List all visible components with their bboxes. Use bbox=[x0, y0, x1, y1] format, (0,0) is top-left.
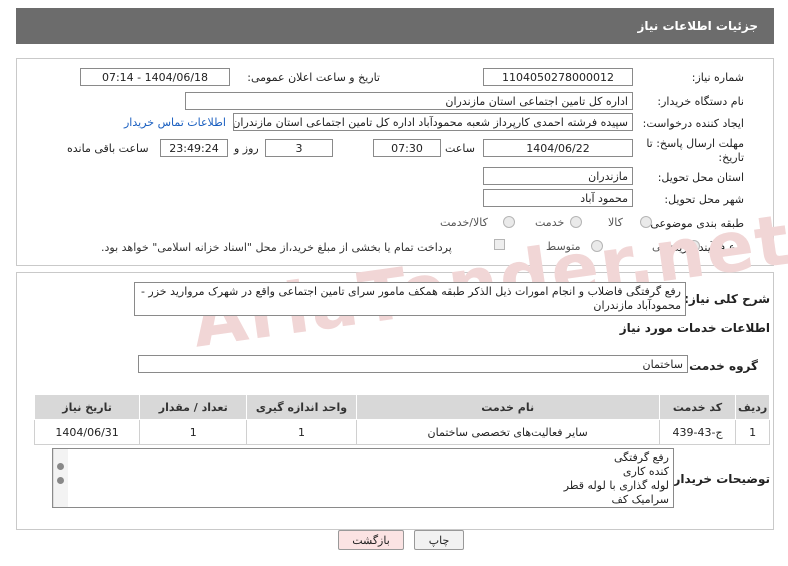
requester-field: سپیده فرشته احمدی کارپرداز شعبه محمودآبا… bbox=[233, 113, 633, 131]
page-title: جزئیات اطلاعات نیاز bbox=[637, 19, 758, 33]
announce-label: تاریخ و ساعت اعلان عمومی: bbox=[247, 71, 380, 84]
category-service-label: خدمت bbox=[535, 216, 565, 229]
deadline-date-field: 1404/06/22 bbox=[483, 139, 633, 157]
need-number-label: شماره نیاز: bbox=[691, 71, 744, 84]
deadline-label-1: مهلت ارسال پاسخ: تا bbox=[646, 137, 744, 150]
col-service-code: کد خدمت bbox=[658, 394, 737, 420]
announce-field: 1404/06/18 - 07:14 bbox=[80, 68, 230, 86]
cell-unit: 1 bbox=[246, 419, 357, 445]
scroll-up-dot[interactable] bbox=[57, 463, 64, 470]
province-label: استان محل تحویل: bbox=[657, 171, 744, 184]
buyer-notes-scrollbar[interactable] bbox=[53, 449, 68, 507]
city-field: محمود آباد bbox=[483, 189, 633, 207]
col-need-date: تاریخ نیاز bbox=[33, 394, 141, 420]
contact-buyer-link[interactable]: اطلاعات تماس خریدار bbox=[124, 116, 226, 129]
cell-row-number: 1 bbox=[735, 419, 770, 445]
service-group-field: ساختمان bbox=[138, 355, 688, 373]
services-table: ردیف کد خدمت نام خدمت واحد اندازه گیری ت… bbox=[33, 394, 770, 445]
buyer-notes-line: لوله گذاری با لوله قطر bbox=[563, 479, 669, 492]
summary-label: شرح کلی نیاز: bbox=[684, 292, 770, 306]
table-row: 1 ج-43-439 سایر فعالیت‌های تخصصی ساختمان… bbox=[33, 419, 770, 445]
page-header: جزئیات اطلاعات نیاز bbox=[16, 8, 774, 44]
buyer-notes-textarea: رفع گرفتگی کنده کاری لوله گذاری با لوله … bbox=[52, 448, 674, 508]
summary-textarea: رفع گرفتگی فاضلاب و انجام امورات ذیل الذ… bbox=[134, 282, 686, 316]
back-button[interactable]: بازگشت bbox=[338, 530, 404, 550]
days-field: 3 bbox=[265, 139, 333, 157]
remaining-time-field: 23:49:24 bbox=[160, 139, 228, 157]
table-header-row: ردیف کد خدمت نام خدمت واحد اندازه گیری ت… bbox=[33, 394, 770, 420]
buyer-notes-label: توضیحات خریدار: bbox=[668, 472, 770, 486]
print-button[interactable]: چاپ bbox=[414, 530, 464, 550]
days-label: روز و bbox=[234, 142, 259, 155]
remaining-label: ساعت باقی مانده bbox=[67, 142, 149, 155]
buyer-notes-line: رفع گرفتگی bbox=[613, 451, 669, 464]
col-service-name: نام خدمت bbox=[355, 394, 660, 420]
cell-need-date: 1404/06/31 bbox=[33, 419, 141, 445]
category-goods-service-label: کالا/خدمت bbox=[440, 216, 488, 229]
col-row-number: ردیف bbox=[735, 394, 770, 420]
deadline-label-2: تاریخ: bbox=[718, 151, 744, 164]
need-number-field: 1104050278000012 bbox=[483, 68, 633, 86]
scroll-down-dot[interactable] bbox=[57, 477, 64, 484]
services-section-title: اطلاعات خدمات مورد نیاز bbox=[619, 321, 770, 335]
deadline-time-field: 07:30 bbox=[373, 139, 441, 157]
category-goods-service-radio[interactable] bbox=[503, 216, 515, 228]
cell-quantity: 1 bbox=[139, 419, 248, 445]
buyer-org-label: نام دستگاه خریدار: bbox=[657, 95, 744, 108]
province-field: مازندران bbox=[483, 167, 633, 185]
col-quantity: تعداد / مقدار bbox=[139, 394, 248, 420]
buyer-notes-line: کنده کاری bbox=[622, 465, 669, 478]
buyer-notes-line: سرامیک کف bbox=[611, 493, 669, 506]
deadline-time-label: ساعت bbox=[445, 142, 475, 155]
cell-service-name: سایر فعالیت‌های تخصصی ساختمان bbox=[355, 419, 660, 445]
buyer-org-field: اداره کل تامین اجتماعی استان مازندران bbox=[185, 92, 633, 110]
requester-label: ایجاد کننده درخواست: bbox=[642, 117, 744, 130]
col-unit: واحد اندازه گیری bbox=[246, 394, 357, 420]
city-label: شهر محل تحویل: bbox=[664, 193, 744, 206]
service-group-label: گروه خدمت: bbox=[684, 359, 758, 373]
cell-service-code: ج-43-439 bbox=[658, 419, 737, 445]
